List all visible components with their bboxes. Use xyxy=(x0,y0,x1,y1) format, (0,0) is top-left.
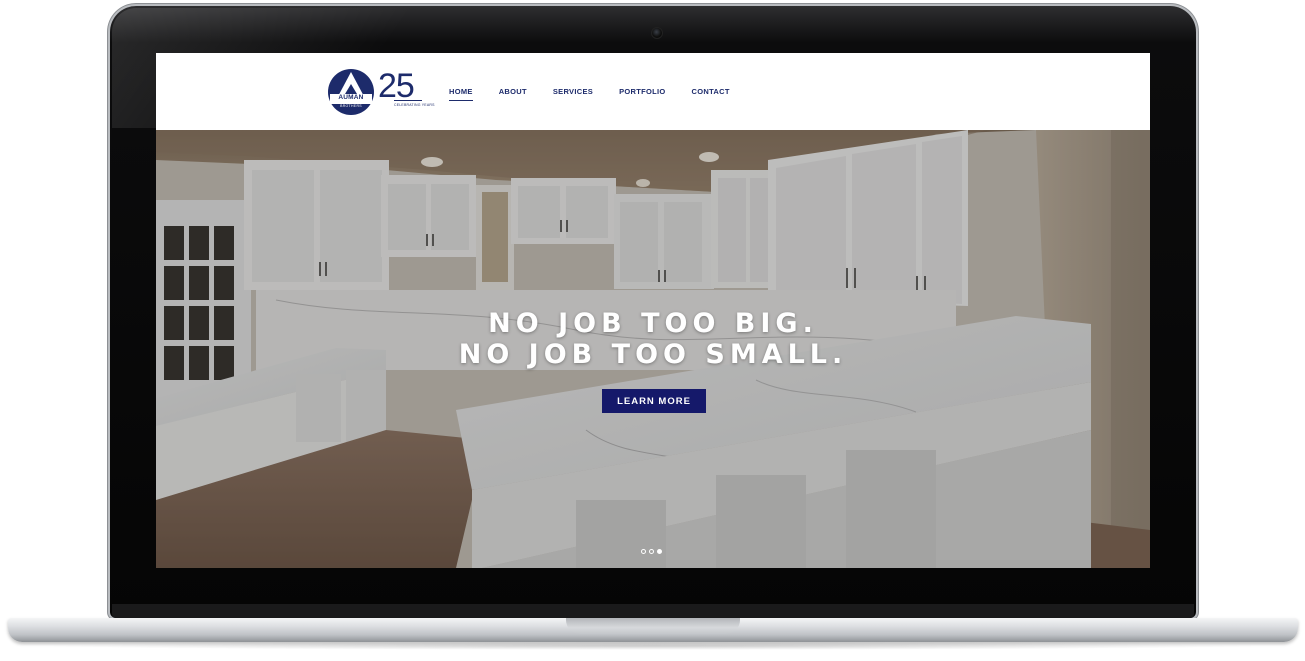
nav-about[interactable]: ABOUT xyxy=(499,87,527,101)
logo-anniversary-number: 25 xyxy=(378,67,415,105)
site-logo[interactable]: AUMAN BROTHERS 25 CELEBRATING YEARS xyxy=(328,67,435,116)
webcam-icon xyxy=(651,27,663,39)
logo-subtitle: BROTHERS xyxy=(340,104,362,108)
logo-triangle-cutout xyxy=(345,84,357,94)
nav-home[interactable]: HOME xyxy=(449,87,473,101)
laptop-shadow xyxy=(40,642,1265,650)
laptop-screen: AUMAN BROTHERS 25 CELEBRATING YEARS HOME… xyxy=(156,53,1150,568)
nav-portfolio[interactable]: PORTFOLIO xyxy=(619,87,665,101)
logo-underline xyxy=(394,100,422,101)
learn-more-button[interactable]: LEARN MORE xyxy=(602,389,706,413)
hero-headline-line1: NO JOB TOO BIG. xyxy=(488,308,818,339)
nav-services[interactable]: SERVICES xyxy=(553,87,593,101)
site-header: AUMAN BROTHERS 25 CELEBRATING YEARS HOME… xyxy=(156,53,1150,130)
logo-brand-text: AUMAN xyxy=(338,94,364,101)
nav-contact[interactable]: CONTACT xyxy=(692,87,730,101)
hero-headline: NO JOB TOO BIG. NO JOB TOO SMALL. xyxy=(156,308,1150,370)
hero-slider: NO JOB TOO BIG. NO JOB TOO SMALL. LEARN … xyxy=(156,130,1150,568)
hero-headline-line2: NO JOB TOO SMALL. xyxy=(458,339,848,370)
slider-dot-2[interactable] xyxy=(649,549,654,554)
logo-anniversary-caption: CELEBRATING YEARS xyxy=(394,103,435,107)
slider-pagination xyxy=(641,549,662,554)
slider-dot-1[interactable] xyxy=(641,549,646,554)
slider-dot-3[interactable] xyxy=(657,549,662,554)
laptop-notch xyxy=(566,618,740,634)
laptop-chin xyxy=(112,604,1194,618)
main-nav: HOME ABOUT SERVICES PORTFOLIO CONTACT xyxy=(449,87,756,101)
